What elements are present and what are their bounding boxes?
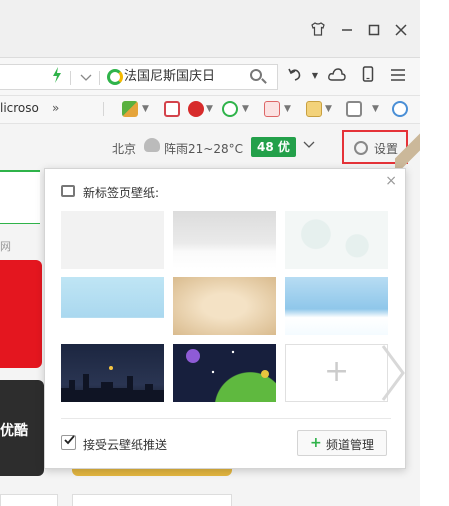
- aqi-badge[interactable]: 48 优: [251, 137, 296, 157]
- desktop-background: [420, 0, 449, 506]
- wallpaper-thumbnail[interactable]: [285, 277, 388, 335]
- chevron-down-icon[interactable]: ▼: [372, 100, 379, 118]
- wallpaper-thumbnail[interactable]: [173, 211, 276, 269]
- wallpaper-popup: × 新标签页壁纸: + 接受云壁纸推送 + 频道管理: [44, 168, 406, 469]
- close-icon[interactable]: ×: [385, 173, 397, 189]
- minimize-icon[interactable]: [337, 22, 357, 42]
- checkbox-label[interactable]: 接受云壁纸推送: [83, 436, 167, 453]
- navigation-bar: 法国尼斯国庆日 ▼: [0, 58, 420, 96]
- wallpaper-thumbnail[interactable]: [285, 211, 388, 269]
- chevron-down-icon[interactable]: ▼: [325, 100, 332, 118]
- wallpaper-thumbnail[interactable]: [61, 277, 164, 335]
- site-tile[interactable]: [0, 494, 58, 506]
- divider: [103, 102, 104, 116]
- weather-icon: [144, 138, 160, 152]
- plus-icon: +: [324, 354, 350, 389]
- site-tile-youku[interactable]: 优酷: [0, 380, 44, 476]
- chevron-down-icon[interactable]: [303, 138, 315, 152]
- bookmarks-bar: licroso » ▼ ▼ ▼ ▼ ▼ ▼: [0, 96, 420, 124]
- add-wallpaper-tile[interactable]: +: [285, 344, 388, 402]
- bookmarks-overflow-button[interactable]: »: [52, 96, 59, 120]
- picture-icon: [61, 185, 75, 197]
- bolt-icon[interactable]: [52, 67, 62, 89]
- game-extension-icon[interactable]: [306, 101, 322, 117]
- search-icon[interactable]: [250, 69, 262, 81]
- phone-icon[interactable]: [358, 66, 378, 87]
- bookmark-item[interactable]: licroso: [0, 96, 39, 120]
- undo-icon[interactable]: [285, 66, 305, 87]
- search-box-partial[interactable]: [0, 170, 40, 224]
- channel-manage-button[interactable]: + 频道管理: [297, 430, 387, 456]
- gear-icon: [354, 141, 368, 155]
- search-suggestion[interactable]: 法国尼斯国庆日: [124, 65, 215, 89]
- wallpaper-thumbnail[interactable]: [61, 344, 164, 402]
- weather-city[interactable]: 北京: [112, 140, 136, 157]
- site-tile-red[interactable]: [0, 260, 42, 368]
- translate-extension-icon[interactable]: [264, 101, 280, 117]
- wallpaper-thumbnail[interactable]: [61, 211, 164, 269]
- chevron-down-icon[interactable]: [80, 67, 92, 89]
- browser-window: 法国尼斯国庆日 ▼ licroso » ▼ ▼ ▼ ▼ ▼ ▼ 北京 阵雨21~…: [0, 0, 420, 506]
- channel-manage-label: 频道管理: [326, 438, 375, 452]
- site-tile[interactable]: [72, 494, 232, 506]
- cloud-icon[interactable]: [327, 66, 347, 86]
- divider: [99, 71, 100, 85]
- plus-icon: +: [310, 435, 322, 451]
- divider: [61, 418, 391, 419]
- site-tile-label: 优酷: [0, 423, 28, 439]
- weather-condition[interactable]: 阵雨21~28°C: [164, 140, 243, 157]
- close-icon[interactable]: [391, 22, 411, 42]
- next-arrow-icon[interactable]: [381, 344, 405, 402]
- adblock-extension-icon[interactable]: [188, 101, 204, 117]
- search-engine-logo: [107, 69, 123, 85]
- cloud-wallpaper-checkbox[interactable]: [61, 435, 76, 450]
- menu-icon[interactable]: [388, 66, 408, 86]
- chevron-down-icon[interactable]: ▼: [305, 66, 325, 86]
- wallpaper-thumbnail[interactable]: [173, 344, 276, 402]
- weather-bar: 北京 阵雨21~28°C 48 优 设置: [0, 124, 420, 184]
- popup-title: 新标签页壁纸:: [83, 186, 160, 200]
- currency-extension-icon[interactable]: [222, 101, 238, 117]
- screenshot-extension-icon[interactable]: [164, 101, 180, 117]
- wallpaper-thumbnail[interactable]: [173, 277, 276, 335]
- maximize-icon[interactable]: [364, 22, 384, 42]
- chevron-down-icon[interactable]: ▼: [142, 100, 149, 118]
- chevron-down-icon[interactable]: ▼: [242, 100, 249, 118]
- shirt-icon[interactable]: [308, 22, 328, 42]
- apps-extension-icon[interactable]: [122, 101, 138, 117]
- image-extension-icon[interactable]: [346, 101, 362, 117]
- chevron-down-icon[interactable]: ▼: [206, 100, 213, 118]
- search-tab-partial[interactable]: 网: [0, 238, 11, 254]
- chevron-down-icon[interactable]: ▼: [284, 100, 291, 118]
- title-bar: [0, 0, 420, 58]
- check-icon: [63, 433, 76, 451]
- search-extension-icon[interactable]: [392, 101, 408, 117]
- divider: [70, 71, 71, 85]
- address-bar[interactable]: 法国尼斯国庆日: [0, 64, 278, 90]
